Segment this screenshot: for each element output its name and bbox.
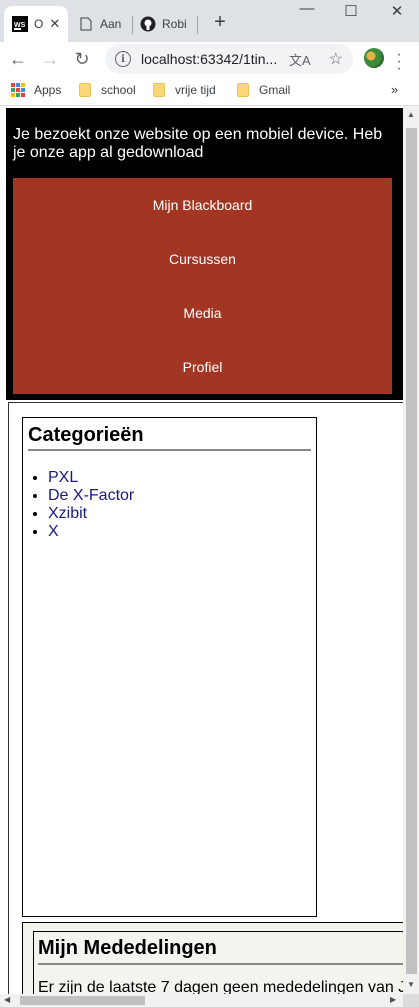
categories-list: PXL De X-Factor Xzibit X [48, 469, 134, 541]
close-window-icon[interactable]: ✕ [387, 2, 407, 20]
page-viewport: Je bezoekt onze website op een mobiel de… [0, 106, 403, 994]
announcements-text: Er zijn de laatste 7 dagen geen mededeli… [38, 979, 403, 994]
tab-active[interactable]: WS O ✕ [4, 6, 68, 42]
minimize-icon[interactable]: — [297, 0, 317, 17]
svg-text:WS: WS [14, 22, 26, 29]
nav-item-cursussen[interactable]: Cursussen [13, 251, 392, 267]
tab-separator [197, 16, 198, 34]
horizontal-scrollbar[interactable]: ◀ ▶ [0, 994, 403, 1007]
bookmark-gmail[interactable]: Gmail [237, 83, 290, 97]
scrollbar-corner [403, 994, 419, 1007]
bookmark-vrije-tijd[interactable]: vrije tijd [153, 83, 216, 97]
bookmarks-bar: Apps school vrije tijd Gmail » [0, 76, 419, 106]
folder-icon [79, 83, 91, 97]
info-icon[interactable]: i [115, 51, 131, 67]
scroll-right-icon[interactable]: ▶ [390, 995, 396, 1004]
list-item: De X-Factor [48, 487, 134, 505]
browser-toolbar: ← → ↻ i localhost:63342/1tin... 文A ☆ · · · [0, 42, 419, 77]
bookmark-label: Apps [34, 83, 62, 97]
list-item: X [48, 523, 134, 541]
nav-item-profiel[interactable]: Profiel [13, 359, 392, 375]
categories-title: Categorieën [28, 424, 144, 446]
star-icon[interactable]: ☆ [329, 49, 343, 69]
apps-grid-icon [11, 83, 25, 97]
page-icon [78, 16, 94, 32]
tab-title: O [34, 17, 44, 31]
github-icon [140, 16, 156, 32]
main-nav: Mijn Blackboard Cursussen Media Profiel [13, 178, 392, 394]
folder-icon [153, 83, 165, 97]
category-link[interactable]: De X-Factor [48, 487, 134, 504]
more-bookmarks-icon[interactable]: » [391, 82, 398, 97]
back-icon[interactable]: ← [7, 48, 29, 70]
category-link[interactable]: Xzibit [48, 505, 87, 522]
url-text: localhost:63342/1tin... [141, 51, 278, 67]
scrollbar-thumb[interactable] [406, 128, 417, 974]
announcements-title: Mijn Mededelingen [38, 937, 217, 959]
forward-icon[interactable]: → [39, 48, 61, 70]
bookmark-label: Gmail [259, 83, 291, 97]
scrollbar-thumb[interactable] [20, 996, 145, 1005]
divider [38, 963, 403, 965]
scroll-up-icon[interactable]: ▲ [407, 110, 415, 119]
menu-icon[interactable]: · · · [393, 47, 405, 77]
translate-icon[interactable]: 文A [289, 50, 311, 69]
main-content: Categorieën PXL De X-Factor Xzibit X Mij… [8, 402, 403, 994]
tab-strip: WS O ✕ Aan Robi + — ☐ ✕ [0, 0, 419, 42]
announcements-inner: Mijn Mededelingen Er zijn de laatste 7 d… [33, 931, 403, 994]
announcements-panel: Mijn Mededelingen Er zijn de laatste 7 d… [22, 922, 403, 994]
reload-icon[interactable]: ↻ [71, 48, 93, 70]
category-link[interactable]: X [48, 523, 59, 540]
divider [28, 449, 311, 451]
tab-title: Aan [100, 17, 122, 31]
banner-text: Je bezoekt onze website op een mobiel de… [13, 126, 383, 161]
folder-icon [237, 83, 249, 97]
bookmark-apps[interactable]: Apps [11, 83, 61, 97]
app-banner: Je bezoekt onze website op een mobiel de… [6, 108, 403, 400]
tab-3[interactable]: Robi [132, 6, 194, 42]
nav-item-media[interactable]: Media [13, 305, 392, 321]
bookmark-school[interactable]: school [79, 83, 136, 97]
bookmark-label: vrije tijd [175, 83, 216, 97]
maximize-icon[interactable]: ☐ [341, 2, 361, 20]
address-bar[interactable]: i localhost:63342/1tin... 文A ☆ [105, 44, 353, 74]
scroll-down-icon[interactable]: ▼ [407, 980, 415, 989]
tab-title: Robi [162, 17, 187, 31]
vertical-scrollbar[interactable]: ▲ ▼ [403, 106, 419, 994]
profile-avatar[interactable] [364, 48, 384, 68]
scroll-left-icon[interactable]: ◀ [4, 995, 10, 1004]
bookmark-label: school [101, 83, 136, 97]
new-tab-button[interactable]: + [210, 11, 230, 34]
categories-panel: Categorieën PXL De X-Factor Xzibit X [22, 417, 317, 917]
list-item: Xzibit [48, 505, 134, 523]
nav-item-mijn-blackboard[interactable]: Mijn Blackboard [13, 197, 392, 213]
category-link[interactable]: PXL [48, 469, 78, 486]
webstorm-icon: WS [12, 16, 28, 32]
tab-2[interactable]: Aan [70, 6, 132, 42]
list-item: PXL [48, 469, 134, 487]
close-icon[interactable]: ✕ [49, 16, 60, 32]
